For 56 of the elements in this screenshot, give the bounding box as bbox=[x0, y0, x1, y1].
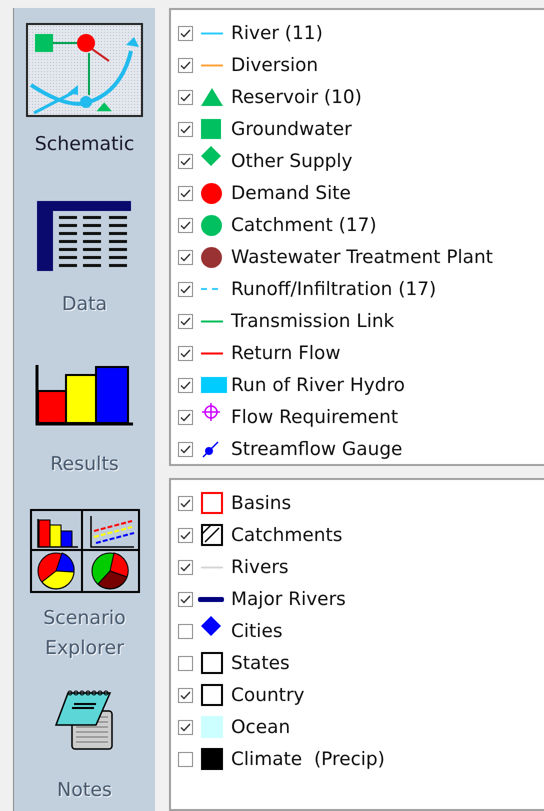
schematic-diagram-icon bbox=[26, 23, 143, 117]
layer-label: Catchments bbox=[231, 524, 342, 546]
layer-label: States bbox=[231, 652, 290, 674]
layer-label: Run of River Hydro bbox=[231, 374, 405, 396]
sidebar-item[interactable]: Scenario Explorer bbox=[14, 509, 155, 663]
sidebar-item[interactable]: Notes bbox=[54, 689, 116, 805]
layer-label: Transmission Link bbox=[231, 310, 394, 332]
layer-label: Country bbox=[231, 684, 304, 706]
layer-label: Runoff/Infiltration (17) bbox=[231, 278, 436, 300]
sidebar-item[interactable]: Results bbox=[34, 365, 134, 479]
checkbox[interactable] bbox=[178, 250, 193, 264]
checkbox[interactable] bbox=[178, 442, 193, 456]
checkbox[interactable] bbox=[178, 378, 193, 392]
layer-label: Cities bbox=[231, 620, 282, 642]
checkbox[interactable] bbox=[178, 58, 193, 72]
checkbox[interactable] bbox=[178, 26, 193, 40]
checkbox[interactable] bbox=[178, 528, 193, 542]
checkbox[interactable] bbox=[178, 346, 193, 360]
checkbox[interactable] bbox=[178, 720, 193, 734]
checkbox[interactable] bbox=[178, 656, 193, 670]
checkbox[interactable] bbox=[178, 186, 193, 200]
checkbox[interactable] bbox=[178, 560, 193, 574]
checkbox[interactable] bbox=[178, 410, 193, 424]
checkbox[interactable] bbox=[178, 688, 193, 702]
charts-grid-icon bbox=[30, 509, 140, 593]
layer-label: Diversion bbox=[231, 54, 318, 76]
sidebar-item[interactable]: Data bbox=[36, 201, 132, 319]
layer-label: Return Flow bbox=[231, 342, 341, 364]
checkbox[interactable] bbox=[178, 122, 193, 136]
bar-chart-icon bbox=[34, 365, 134, 427]
layer-label: Flow Requirement bbox=[231, 406, 398, 428]
layer-label: Ocean bbox=[231, 716, 290, 738]
checkbox[interactable] bbox=[178, 154, 193, 168]
checkbox[interactable] bbox=[178, 624, 193, 638]
layer-label: Basins bbox=[231, 492, 292, 514]
layer-label: Catchment (17) bbox=[231, 214, 377, 236]
layer-label: Climate (Precip) bbox=[231, 748, 385, 770]
checkbox[interactable] bbox=[178, 218, 193, 232]
layer-label: Demand Site bbox=[231, 182, 351, 204]
checkbox[interactable] bbox=[178, 282, 193, 296]
layer-label: Groundwater bbox=[231, 118, 352, 140]
layer-label: Streamflow Gauge bbox=[231, 438, 402, 460]
checkbox[interactable] bbox=[178, 314, 193, 328]
sidebar-item[interactable]: Schematic bbox=[26, 23, 143, 159]
table-icon bbox=[36, 201, 132, 273]
layer-label: Major Rivers bbox=[231, 588, 346, 610]
layer-label: Other Supply bbox=[231, 150, 352, 172]
checkbox[interactable] bbox=[178, 496, 193, 510]
layer-label: Reservoir (10) bbox=[231, 86, 362, 108]
checkbox[interactable] bbox=[178, 90, 193, 104]
notepad-icon bbox=[54, 689, 116, 751]
layer-label: Wastewater Treatment Plant bbox=[231, 246, 493, 268]
checkbox[interactable] bbox=[178, 592, 193, 606]
layer-label: River (11) bbox=[231, 22, 323, 44]
layer-label: Rivers bbox=[231, 556, 289, 578]
checkbox[interactable] bbox=[178, 752, 193, 766]
